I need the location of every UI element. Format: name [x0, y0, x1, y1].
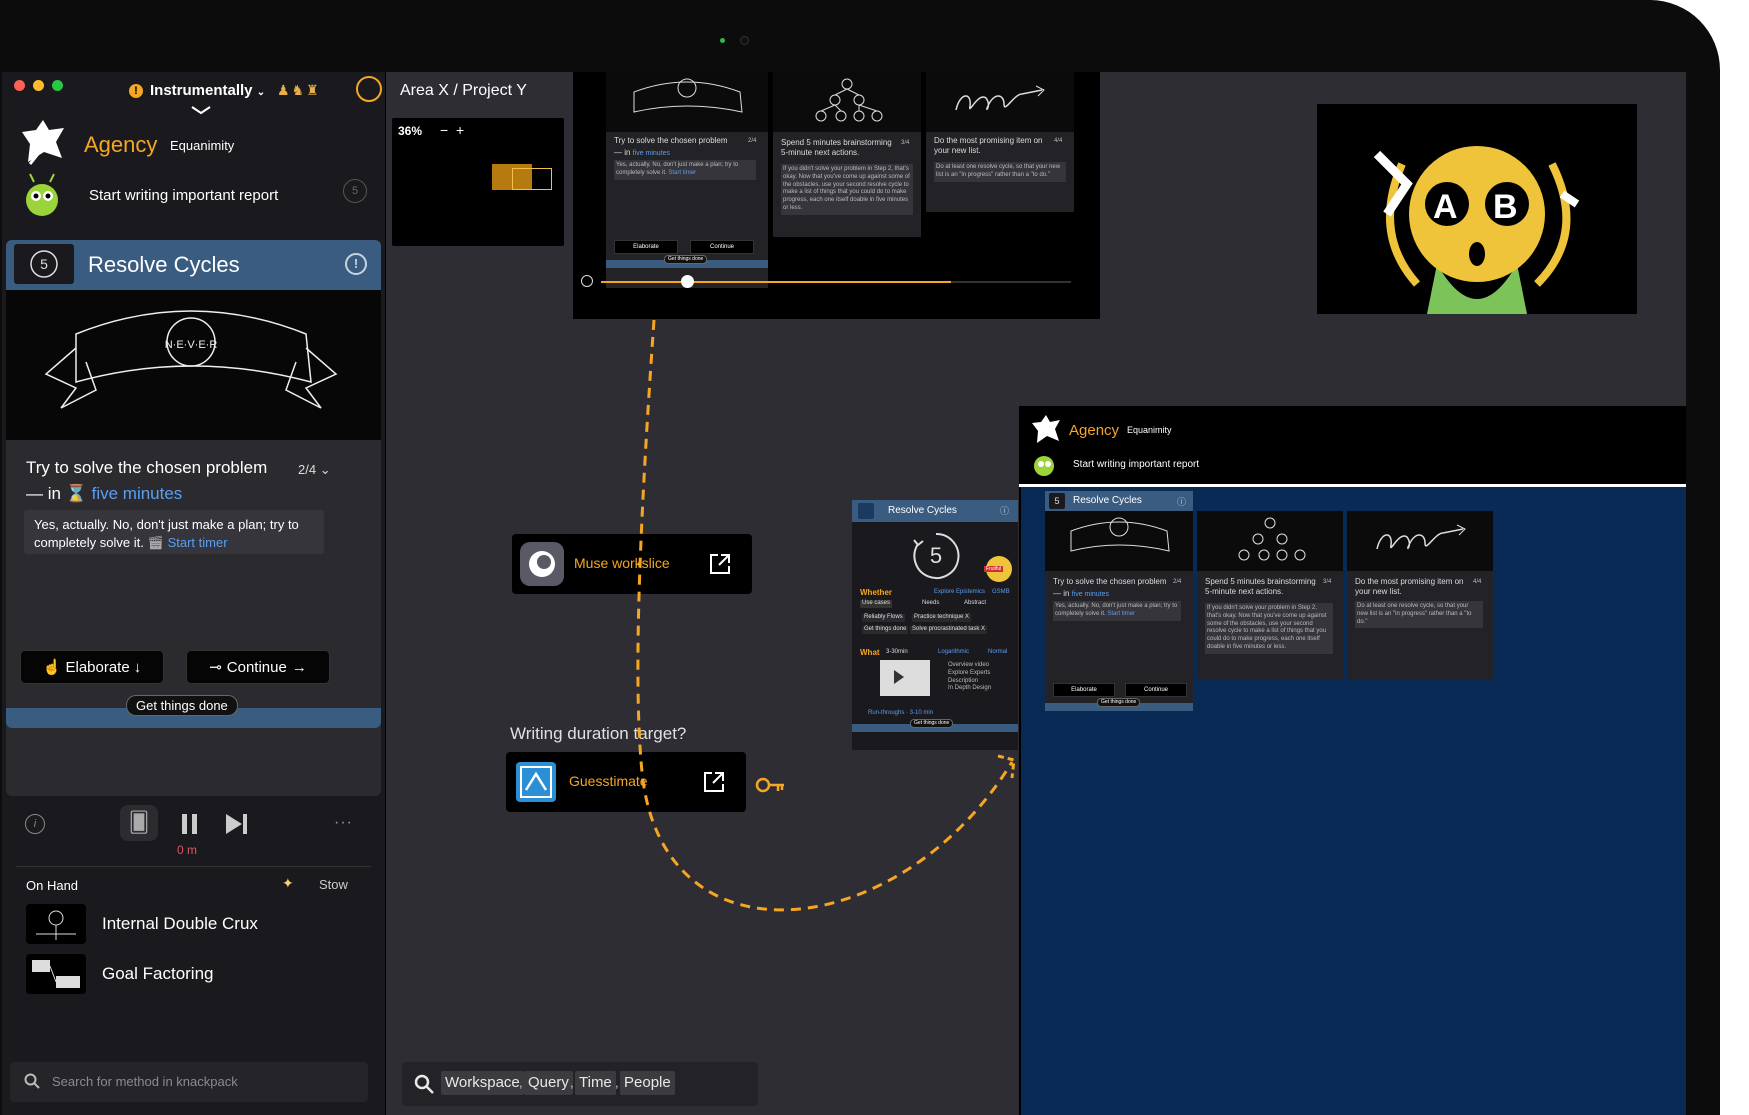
rc-slide-1[interactable]: Try to solve the chosen problem 2/4 — in…	[1045, 511, 1193, 711]
panel-body: 5 Resolve Cycles ⓘ Try to solve the chos…	[1021, 487, 1686, 1115]
search-icon	[414, 1074, 434, 1099]
camera-indicator	[720, 38, 725, 43]
chip-people[interactable]: People	[620, 1071, 675, 1095]
run-throughs-link[interactable]: Run-throughs · 3-10 min	[868, 710, 933, 718]
rc-slide-3-step: 4/4	[1473, 579, 1482, 585]
what-link-1[interactable]: Logarithmic	[938, 649, 969, 657]
rc-slide-3-title: Do the most promising item on your new l…	[1355, 577, 1475, 597]
chip-workspace[interactable]: Workspace	[441, 1071, 524, 1095]
rc-slide-3-sub: your new list.	[1355, 587, 1402, 596]
video-thumbnail[interactable]	[880, 660, 930, 696]
whether-link-2[interactable]: GSMB	[992, 589, 1010, 597]
info-card-title: Resolve Cycles	[888, 505, 957, 516]
fruitful-badge-label: Fruitful	[984, 566, 1004, 572]
panel-logo-icon	[1031, 414, 1061, 449]
panel-brand-sub: Equanimity	[1127, 425, 1172, 435]
rc-slide-1-link[interactable]: five minutes	[1072, 591, 1109, 598]
chip-separator: ,	[570, 1075, 574, 1090]
rc-elaborate-button[interactable]: Elaborate	[1053, 683, 1115, 697]
rc-elaborate-label: Elaborate	[1071, 687, 1097, 693]
info-card-info-icon[interactable]: ⓘ	[1000, 504, 1009, 517]
resource-list: Overview video Explore Experts Descripti…	[948, 662, 991, 693]
what-meta: 3-30min	[886, 649, 908, 655]
rc-slide-2-step: 3/4	[1323, 579, 1332, 585]
svg-text:5: 5	[930, 543, 942, 568]
play-icon	[894, 670, 904, 684]
rc-continue-label: Continue	[1143, 687, 1169, 693]
info-card-gtd-tag[interactable]: Get things done	[910, 719, 954, 728]
resource-item[interactable]: Overview video	[948, 662, 991, 670]
resource-item[interactable]: Description	[948, 678, 991, 686]
rc-tree-icon	[1197, 511, 1343, 571]
rc-slide-2-body: If you didn't solve your problem in Step…	[1205, 603, 1333, 654]
resource-item[interactable]: In Depth Design	[948, 685, 991, 693]
chip-separator: ,	[519, 1075, 523, 1090]
info-card-header: Resolve Cycles ⓘ	[852, 500, 1018, 522]
fruitful-badge: Fruitful	[984, 556, 1012, 582]
rc-continue-button[interactable]: Continue	[1125, 683, 1187, 697]
rc-slide-1-sub: — in	[1053, 589, 1070, 598]
rc-slide-1-body-link[interactable]: Start timer	[1107, 611, 1135, 617]
canvas-search-bar[interactable]: Workspace , Query , Time , People	[402, 1062, 758, 1106]
tag-reliably-flows[interactable]: Reliably Flows	[862, 614, 905, 622]
rc-gtd-tag[interactable]: Get things done	[1097, 698, 1141, 707]
rc-slide-1-duration: — in five minutes	[1053, 589, 1109, 600]
panel-mascot-icon	[1031, 450, 1059, 483]
tag-solve[interactable]: Solve procrastinated task X	[910, 626, 988, 634]
rc-spiral-icon	[1347, 511, 1493, 571]
tag-use-cases[interactable]: Use cases	[860, 600, 893, 608]
panel-task[interactable]: Start writing important report	[1073, 459, 1199, 470]
rc-slide-1-title: Try to solve the chosen problem	[1053, 577, 1167, 586]
cycle-five-icon: 5	[910, 530, 962, 587]
rc-slide-2-sub: 5-minute next actions.	[1205, 587, 1284, 596]
whether-link-1[interactable]: Explore Epistemics	[934, 589, 985, 597]
rc-info-icon[interactable]: ⓘ	[1177, 495, 1186, 508]
tag-needs[interactable]: Needs	[922, 600, 939, 608]
rc-title: Resolve Cycles	[1073, 495, 1142, 506]
app-screen: ! Instrumentally ⌄ ♟♞♜ Agency Equanimity…	[2, 72, 1686, 1115]
tag-abstract[interactable]: Abstract	[964, 600, 986, 608]
rc-slide-2-title: Spend 5 minutes brainstorming 5-minute n…	[1205, 577, 1325, 597]
rc-slide-2-title-text: Spend 5 minutes brainstorming	[1205, 577, 1316, 586]
info-card-icon	[858, 503, 874, 519]
resource-item[interactable]: Explore Experts	[948, 670, 991, 678]
what-label: What	[860, 648, 880, 657]
chip-time[interactable]: Time	[575, 1071, 616, 1095]
chip-separator: ,	[615, 1075, 619, 1090]
chip-query[interactable]: Query	[524, 1071, 573, 1095]
rc-slide-1-step: 2/4	[1173, 579, 1182, 585]
resolve-cycles-info-card[interactable]: Resolve Cycles ⓘ 5 Fruitful Whether Expl…	[852, 500, 1018, 750]
rc-slide-2[interactable]: Spend 5 minutes brainstorming 5-minute n…	[1197, 511, 1343, 679]
camera-lens	[740, 36, 749, 45]
focused-workspace-panel: Agency Equanimity Start writing importan…	[1019, 406, 1686, 1115]
rc-header: 5 Resolve Cycles ⓘ	[1045, 491, 1193, 511]
panel-brand: Agency	[1069, 422, 1120, 439]
rc-icon: 5	[1049, 493, 1065, 509]
whether-label: Whether	[860, 588, 892, 597]
tag-practice[interactable]: Practice technique X	[912, 614, 972, 622]
what-link-2[interactable]: Normal	[988, 649, 1007, 657]
rc-slide-3-title-text: Do the most promising item on	[1355, 577, 1464, 586]
rc-slide-1-note: Yes, actually. No, don't just make a pla…	[1053, 601, 1181, 621]
tag-gtd[interactable]: Get things done	[862, 626, 909, 634]
rc-slide-3-body: Do at least one resolve cycle, so that y…	[1355, 601, 1483, 629]
rc-slide-3[interactable]: Do the most promising item on your new l…	[1347, 511, 1493, 679]
rc-banner-icon	[1045, 511, 1193, 571]
